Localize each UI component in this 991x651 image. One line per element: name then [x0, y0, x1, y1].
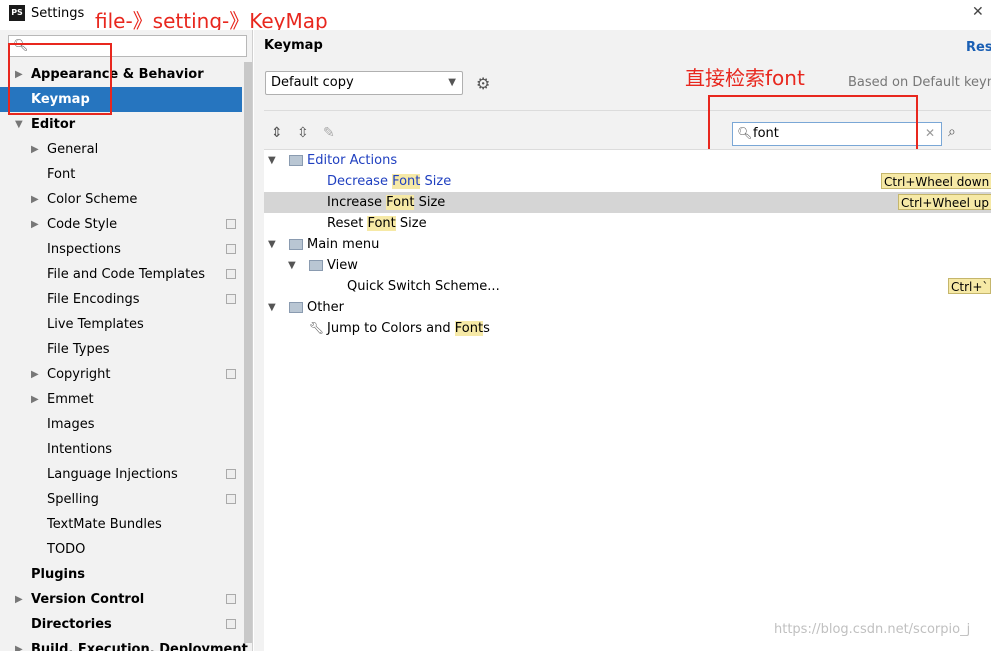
window-title: Settings	[31, 6, 85, 21]
annotation-box-keymap	[8, 43, 112, 115]
sidebar-item-inspections[interactable]: Inspections	[0, 237, 242, 262]
action-reset-font-size[interactable]: Reset Font Size	[264, 213, 991, 234]
close-icon[interactable]: ✕	[972, 4, 984, 20]
action-group-other[interactable]: ▼ Other	[264, 297, 991, 318]
sidebar-scrollbar[interactable]	[244, 62, 252, 643]
clear-icon[interactable]: ✕	[925, 126, 935, 140]
chevron-right-icon: ▶	[15, 644, 23, 651]
collapse-all-icon[interactable]: ⇳	[297, 125, 309, 141]
menu-icon	[289, 239, 303, 250]
panel-title: Keymap	[264, 38, 323, 53]
sidebar-item-editor[interactable]: ▼ Editor	[0, 112, 242, 137]
chevron-down-icon: ▼	[15, 119, 23, 130]
folder-icon	[309, 260, 323, 271]
project-scope-icon	[226, 294, 236, 304]
sidebar-item-font[interactable]: Font	[0, 162, 242, 187]
sidebar-item-code-style[interactable]: ▶ Code Style	[0, 212, 242, 237]
project-scope-icon	[226, 494, 236, 504]
watermark: https://blog.csdn.net/scorpio_j	[774, 622, 971, 637]
sidebar-item-todo[interactable]: TODO	[0, 537, 242, 562]
annotation-search-hint: 直接检索font	[685, 66, 805, 90]
sidebar-item-intentions[interactable]: Intentions	[0, 437, 242, 462]
project-scope-icon	[226, 244, 236, 254]
project-scope-icon	[226, 269, 236, 279]
keymap-actions-tree: ▼ Editor Actions Decrease Font Size Ctrl…	[264, 149, 991, 651]
sidebar-item-live-templates[interactable]: Live Templates	[0, 312, 242, 337]
title-bar: PS Settings ✕ file-》setting-》KeyMap	[0, 0, 991, 33]
sidebar-item-copyright[interactable]: ▶ Copyright	[0, 362, 242, 387]
reset-link[interactable]: Rese	[966, 40, 991, 55]
shortcut-badge: Ctrl+Wheel down	[881, 173, 991, 189]
wrench-icon: 🔧︎	[309, 321, 325, 335]
photoshop-app-icon: PS	[9, 5, 25, 21]
edit-pencil-icon[interactable]: ✎	[323, 125, 335, 141]
sidebar-item-directories[interactable]: Directories	[0, 612, 242, 637]
chevron-right-icon: ▶	[15, 594, 23, 605]
project-scope-icon	[226, 219, 236, 229]
sidebar-item-textmate[interactable]: TextMate Bundles	[0, 512, 242, 537]
chevron-down-icon: ▼	[448, 77, 456, 88]
sidebar-item-spelling[interactable]: Spelling	[0, 487, 242, 512]
action-increase-font-size[interactable]: Increase Font Size Ctrl+Wheel up	[264, 192, 991, 213]
project-scope-icon	[226, 369, 236, 379]
action-quick-switch-scheme[interactable]: Quick Switch Scheme... Ctrl+`	[264, 276, 991, 297]
keymap-select[interactable]: Default copy ▼	[265, 71, 463, 95]
chevron-right-icon: ▶	[31, 219, 39, 230]
chevron-down-icon: ▼	[268, 239, 276, 250]
sidebar-item-color-scheme[interactable]: ▶ Color Scheme	[0, 187, 242, 212]
action-group-view[interactable]: ▼ View	[264, 255, 991, 276]
project-scope-icon	[226, 594, 236, 604]
based-on-label: Based on Default keyma	[848, 75, 991, 90]
chevron-right-icon: ▶	[31, 194, 39, 205]
settings-sidebar: 🔍︎ ▶ Appearance & Behavior Keymap ▼ Editor…	[0, 30, 253, 651]
expand-all-icon[interactable]: ⇕	[271, 125, 283, 141]
chevron-down-icon: ▼	[268, 155, 276, 166]
chevron-right-icon: ▶	[31, 144, 39, 155]
chevron-right-icon: ▶	[31, 394, 39, 405]
sidebar-item-language-injections[interactable]: Language Injections	[0, 462, 242, 487]
chevron-right-icon: ▶	[31, 369, 39, 380]
sidebar-item-file-types[interactable]: File Types	[0, 337, 242, 362]
shortcut-badge: Ctrl+`	[948, 278, 991, 294]
chevron-down-icon: ▼	[268, 302, 276, 313]
action-jump-to-colors-and-fonts[interactable]: 🔧︎ Jump to Colors and Fonts	[264, 318, 991, 339]
sidebar-item-version-control[interactable]: ▶ Version Control	[0, 587, 242, 612]
sidebar-item-file-encodings[interactable]: File Encodings	[0, 287, 242, 312]
sidebar-item-plugins[interactable]: Plugins	[0, 562, 242, 587]
other-group-icon	[289, 302, 303, 313]
project-scope-icon	[226, 619, 236, 629]
chevron-down-icon: ▼	[288, 260, 296, 271]
action-decrease-font-size[interactable]: Decrease Font Size Ctrl+Wheel down	[264, 171, 991, 192]
find-by-shortcut-icon[interactable]: ⌕	[948, 124, 956, 140]
sidebar-item-build[interactable]: ▶ Build, Execution, Deployment	[0, 637, 248, 651]
sidebar-item-images[interactable]: Images	[0, 412, 242, 437]
action-group-main-menu[interactable]: ▼ Main menu	[264, 234, 991, 255]
shortcut-badge: Ctrl+Wheel up	[898, 194, 991, 210]
sidebar-item-file-templates[interactable]: File and Code Templates	[0, 262, 242, 287]
gear-icon[interactable]: ⚙	[476, 74, 490, 93]
project-scope-icon	[226, 469, 236, 479]
sidebar-item-emmet[interactable]: ▶ Emmet	[0, 387, 242, 412]
action-group-editor-actions[interactable]: ▼ Editor Actions	[264, 150, 991, 171]
sidebar-item-general[interactable]: ▶ General	[0, 137, 242, 162]
editor-actions-icon	[289, 155, 303, 166]
